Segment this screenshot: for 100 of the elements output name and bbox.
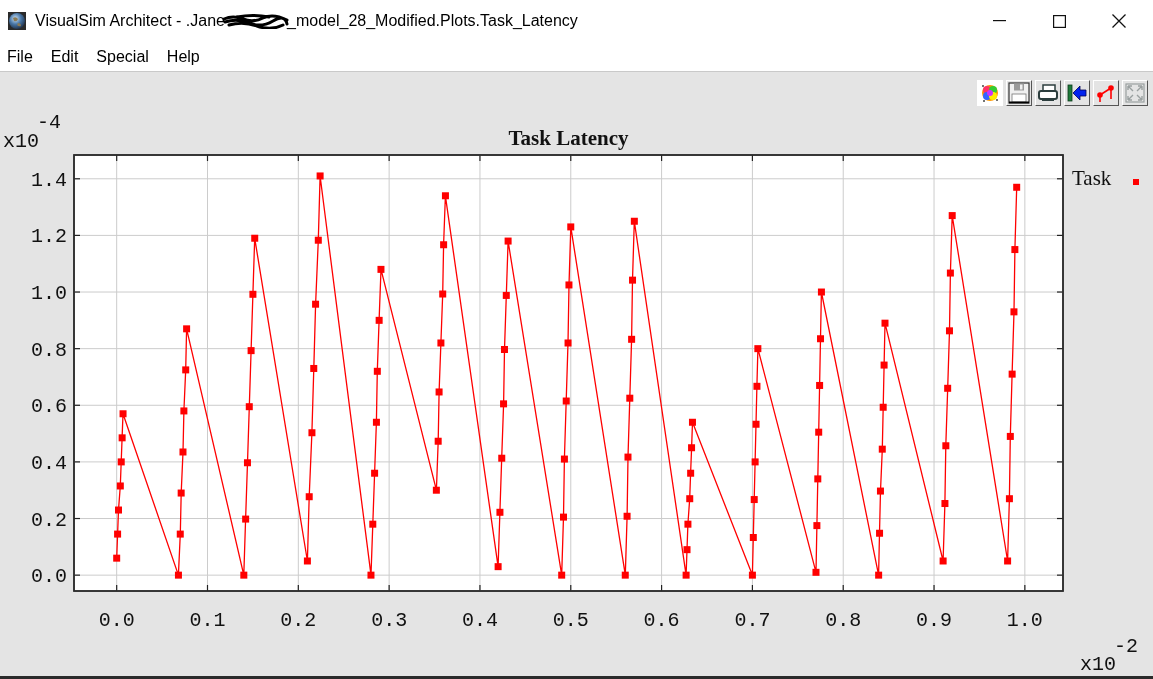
data-point-marker bbox=[560, 513, 567, 521]
data-point-marker bbox=[115, 506, 122, 514]
reset-axes-button[interactable] bbox=[1064, 80, 1090, 106]
data-point-marker bbox=[683, 546, 691, 554]
data-point-marker bbox=[316, 172, 324, 180]
data-point-marker bbox=[876, 529, 884, 537]
menu-item[interactable]: Special bbox=[96, 48, 149, 65]
data-point-marker bbox=[500, 346, 508, 353]
data-point-marker bbox=[944, 384, 952, 392]
data-point-marker bbox=[748, 571, 756, 579]
data-point-marker bbox=[878, 445, 886, 453]
axis-tick-label: 0.2 bbox=[280, 609, 317, 632]
x-axis-multiplier-exponent: -2 bbox=[1114, 635, 1138, 658]
menu-item[interactable]: Edit bbox=[50, 48, 79, 65]
data-point-marker bbox=[817, 335, 824, 343]
close-icon bbox=[1112, 14, 1126, 28]
y-axis-multiplier: x10 bbox=[3, 130, 39, 153]
data-point-marker bbox=[1006, 432, 1014, 440]
axis-tick-label: 0.2 bbox=[31, 508, 67, 532]
data-point-marker bbox=[816, 381, 824, 389]
data-point-marker bbox=[314, 236, 322, 244]
data-point-marker bbox=[628, 335, 636, 343]
data-point-marker bbox=[243, 459, 251, 467]
data-point-marker bbox=[562, 397, 570, 405]
data-point-marker bbox=[305, 493, 313, 501]
save-button[interactable] bbox=[1006, 80, 1032, 106]
data-point-marker bbox=[814, 475, 822, 483]
data-point-marker bbox=[817, 288, 825, 296]
data-point-marker bbox=[119, 410, 127, 418]
data-point-marker bbox=[942, 442, 950, 450]
data-point-marker bbox=[688, 444, 696, 452]
axis-tick-label: 0.5 bbox=[552, 609, 589, 632]
color-palette-button[interactable] bbox=[977, 80, 1003, 106]
fill-plot-button[interactable] bbox=[1122, 80, 1148, 106]
print-button[interactable] bbox=[1035, 80, 1061, 106]
maximize-icon bbox=[1052, 14, 1066, 28]
data-point-marker bbox=[113, 554, 121, 562]
data-point-marker bbox=[435, 388, 443, 396]
data-point-marker bbox=[754, 345, 762, 353]
data-point-marker bbox=[249, 290, 257, 298]
data-point-marker bbox=[751, 458, 759, 466]
data-point-marker bbox=[564, 339, 572, 347]
x-axis-multiplier: x10 bbox=[1080, 653, 1116, 676]
data-point-marker bbox=[118, 434, 126, 442]
data-point-marker bbox=[939, 557, 947, 565]
data-point-marker bbox=[502, 291, 510, 299]
color-palette-icon bbox=[980, 82, 1000, 104]
data-point-marker bbox=[623, 512, 631, 520]
data-point-marker bbox=[303, 557, 311, 565]
menu-item[interactable]: File bbox=[7, 48, 33, 65]
data-point-marker bbox=[1010, 308, 1018, 316]
data-point-marker bbox=[880, 361, 888, 369]
data-point-marker bbox=[312, 300, 320, 308]
data-point-marker bbox=[682, 571, 690, 579]
y-axis-multiplier-exponent: -4 bbox=[37, 111, 61, 134]
axis-tick-label: 0.6 bbox=[31, 395, 67, 419]
data-point-marker bbox=[176, 530, 184, 538]
axis-tick-label: 0.0 bbox=[98, 609, 135, 632]
axis-tick-label: 1.0 bbox=[1006, 609, 1043, 632]
data-point-marker bbox=[753, 382, 761, 390]
axis-tick-label: 0.1 bbox=[189, 609, 226, 632]
axis-tick-label: 0.8 bbox=[31, 338, 67, 362]
data-point-marker bbox=[1013, 183, 1021, 191]
axis-tick-label: 0.9 bbox=[916, 609, 953, 632]
data-point-marker bbox=[496, 508, 504, 516]
data-point-marker bbox=[114, 530, 122, 538]
data-point-marker bbox=[948, 212, 956, 220]
data-point-marker bbox=[183, 325, 191, 333]
data-point-marker bbox=[752, 420, 760, 428]
data-point-marker bbox=[371, 469, 379, 477]
data-point-marker bbox=[182, 366, 190, 374]
data-point-marker bbox=[567, 223, 575, 231]
data-point-marker bbox=[180, 407, 188, 415]
data-point-marker bbox=[251, 234, 259, 242]
data-point-marker bbox=[1004, 557, 1012, 565]
data-point-marker bbox=[432, 486, 440, 494]
data-point-marker bbox=[310, 364, 318, 372]
arrow-left-bar-icon bbox=[1067, 84, 1087, 102]
data-point-marker bbox=[560, 455, 568, 463]
data-point-marker bbox=[812, 568, 820, 576]
data-point-marker bbox=[504, 237, 512, 245]
axis-tick-label: 1.2 bbox=[31, 225, 67, 249]
data-point-marker bbox=[629, 276, 637, 284]
data-point-marker bbox=[749, 534, 757, 541]
menu-item[interactable]: Help bbox=[166, 48, 200, 65]
plot-points-button[interactable] bbox=[1093, 80, 1119, 106]
data-point-marker bbox=[439, 290, 447, 298]
minimize-icon bbox=[992, 20, 1006, 22]
data-point-marker bbox=[687, 469, 695, 477]
data-point-marker bbox=[247, 347, 255, 355]
data-point-marker bbox=[245, 403, 253, 411]
data-point-marker bbox=[174, 571, 182, 579]
globe-icon bbox=[8, 12, 26, 30]
data-point-marker bbox=[630, 217, 638, 225]
data-point-marker bbox=[242, 515, 250, 523]
chart-title: Task Latency bbox=[508, 126, 629, 150]
axis-tick-label: 0.4 bbox=[461, 609, 498, 632]
data-point-marker bbox=[308, 429, 316, 437]
axis-tick-label: 1.0 bbox=[31, 282, 67, 306]
data-point-marker bbox=[494, 563, 502, 571]
